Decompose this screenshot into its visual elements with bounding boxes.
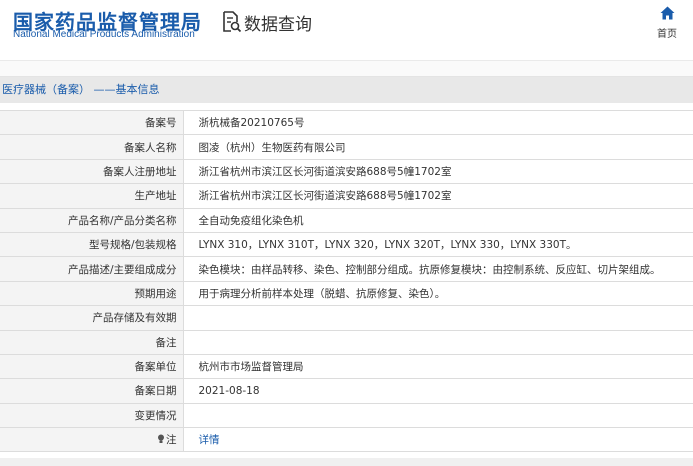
row-value [183, 330, 693, 355]
data-query-link[interactable]: 数据查询 [221, 9, 312, 35]
footer-strip [0, 458, 693, 466]
row-value: 详情 [183, 427, 693, 453]
details-link[interactable]: 详情 [199, 434, 220, 446]
row-label: 备案人注册地址 [0, 159, 184, 185]
table-row: 产品存储及有效期 [0, 305, 693, 331]
row-value: 图凌（杭州）生物医药有限公司 [183, 134, 693, 160]
table-row: 预期用途 用于病理分析前样本处理（脱蜡、抗原修复、染色）。 [0, 281, 693, 307]
row-value: 浙江省杭州市滨江区长河街道滨安路688号5幢1702室 [183, 159, 693, 185]
data-query-label: 数据查询 [244, 14, 312, 35]
table-row: 备案单位 杭州市市场监督管理局 [0, 354, 693, 380]
row-label: 备案日期 [0, 378, 184, 404]
table-row: 备注 [0, 330, 693, 355]
site-header: 国家药品监督管理局 National Medical Products Admi… [0, 0, 693, 60]
table-row: 产品描述/主要组成成分 染色模块：由样品转移、染色、控制部分组成。抗原修复模块：由… [0, 256, 693, 282]
site-logo-subtitle: National Medical Products Administration [13, 29, 195, 40]
table-row-note: 注 详情 [0, 427, 693, 453]
row-value: 染色模块：由样品转移、染色、控制部分组成。抗原修复模块：由控制系统、反应缸、切片… [183, 256, 693, 282]
row-label: 产品名称/产品分类名称 [0, 208, 184, 233]
record-detail-table: 备案号 浙杭械备20210765号 备案人名称 图凌（杭州）生物医药有限公司 备案人注册… [0, 109, 693, 453]
row-label: 预期用途 [0, 281, 184, 307]
row-value: 浙江省杭州市滨江区长河街道滨安路688号5幢1702室 [183, 183, 693, 209]
row-label: 变更情况 [0, 403, 184, 429]
table-row: 型号规格/包装规格 LYNX 310，LYNX 310T，LYNX 320，LYN… [0, 232, 693, 258]
row-label: 产品存储及有效期 [0, 305, 184, 331]
table-row: 备案人注册地址 浙江省杭州市滨江区长河街道滨安路688号5幢1702室 [0, 159, 693, 185]
table-row: 备案人名称 图凌（杭州）生物医药有限公司 [0, 134, 693, 160]
row-value: 杭州市市场监督管理局 [183, 354, 693, 380]
home-icon [660, 6, 674, 20]
row-label: 备案号 [0, 109, 184, 136]
row-value: 用于病理分析前样本处理（脱蜡、抗原修复、染色）。 [183, 281, 693, 307]
row-label: 型号规格/包装规格 [0, 232, 184, 258]
document-search-icon [223, 11, 241, 33]
row-value: LYNX 310，LYNX 310T，LYNX 320，LYNX 320T，LY… [183, 232, 693, 258]
row-label: 生产地址 [0, 183, 184, 209]
row-value [183, 403, 693, 429]
home-label: 首页 [657, 29, 677, 40]
table-row: 产品名称/产品分类名称 全自动免疫组化染色机 [0, 208, 693, 233]
breadcrumb: 医疗器械（备案） ——基本信息 [0, 77, 693, 103]
table-row: 生产地址 浙江省杭州市滨江区长河街道滨安路688号5幢1702室 [0, 183, 693, 209]
row-value: 浙杭械备20210765号 [183, 109, 693, 136]
row-value [183, 305, 693, 331]
row-value: 2021-08-18 [183, 378, 693, 404]
home-button[interactable]: 首页 [651, 6, 683, 40]
table-row: 变更情况 [0, 403, 693, 429]
bulb-icon [158, 434, 164, 444]
row-label: 备案单位 [0, 354, 184, 380]
row-value: 全自动免疫组化染色机 [183, 208, 693, 233]
header-divider-bar [0, 60, 693, 77]
table-row: 备案号 浙杭械备20210765号 [0, 109, 693, 136]
table-row: 备案日期 2021-08-18 [0, 378, 693, 404]
row-label: 备案人名称 [0, 134, 184, 160]
row-label: 注 [0, 427, 184, 453]
row-label: 产品描述/主要组成成分 [0, 256, 184, 282]
row-label: 备注 [0, 330, 184, 355]
